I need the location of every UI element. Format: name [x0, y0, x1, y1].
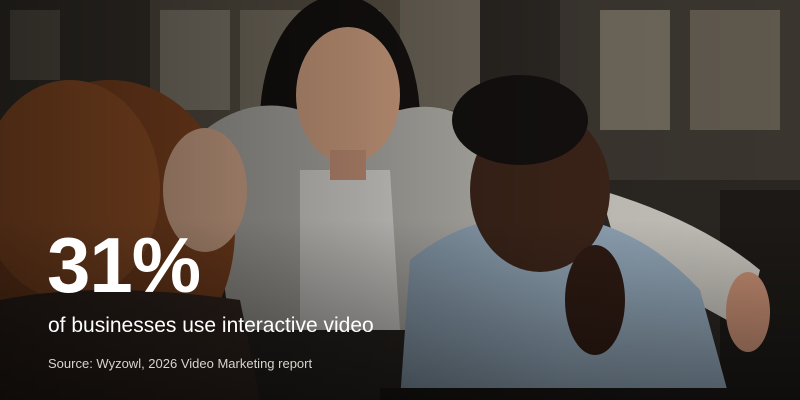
stat-description: of businesses use interactive video: [48, 314, 374, 337]
text-overlay-gradient: [0, 0, 800, 400]
stat-value: 31%: [47, 221, 201, 309]
stat-card: 31% of businesses use interactive video …: [0, 0, 800, 400]
source-citation: Source: Wyzowl, 2026 Video Marketing rep…: [48, 356, 313, 371]
